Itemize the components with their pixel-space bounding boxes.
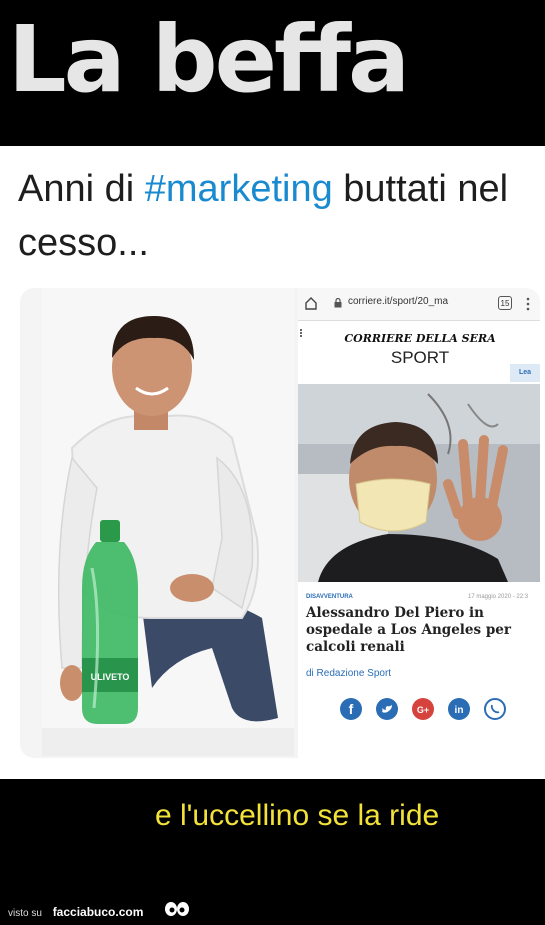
photo-hospital-selfie [298, 384, 540, 582]
newspaper-masthead: CORRIERE DELLA SERA [344, 332, 496, 345]
twitter-icon [376, 698, 398, 720]
tweet-panel: Anni di #marketing buttati nel cesso... [0, 146, 545, 779]
media-card[interactable]: ULIVETO corriere.it/sport/20_ma 15 CORRI… [20, 288, 540, 758]
browser-url-bar: corriere.it/sport/20_ma 15 [298, 288, 540, 321]
section-label: SPORT [390, 348, 450, 367]
meme-caption: e l'uccellino se la ride [155, 799, 440, 832]
footer-prefix: visto su [8, 908, 42, 919]
bottom-band: e l'uccellino se la ride visto su faccia… [0, 779, 545, 925]
footer-brand: facciabuco.com [52, 905, 144, 919]
tweet-text-before: Anni di [18, 168, 145, 210]
eyes-logo-icon [165, 902, 189, 916]
photo-del-piero-water-bottle: ULIVETO [42, 288, 294, 756]
more-menu-icon [526, 297, 530, 311]
tweet-text: Anni di #marketing buttati nel cesso... [18, 162, 528, 270]
svg-text:f: f [349, 701, 354, 717]
hamburger-icon [300, 329, 302, 337]
linkedin-icon: in [448, 698, 470, 720]
whatsapp-icon [484, 698, 506, 720]
google-plus-icon: G+ [412, 698, 434, 720]
tabs-count-icon: 15 [498, 296, 512, 310]
svg-text:G+: G+ [417, 705, 429, 715]
article-date: 17 maggio 2020 - 22:3 [468, 594, 529, 600]
home-icon [305, 297, 317, 310]
facebook-icon: f [340, 698, 362, 720]
article-kicker: DISAVVENTURA [306, 594, 353, 600]
article-byline: di Redazione Sport [306, 668, 392, 679]
url-text: corriere.it/sport/20_ma [348, 296, 449, 307]
watermark-footer: visto su facciabuco.com [8, 905, 143, 919]
svg-text:in: in [455, 705, 464, 716]
article-screenshot: corriere.it/sport/20_ma 15 CORRIERE DELL… [298, 288, 540, 758]
hashtag-link[interactable]: #marketing [145, 168, 333, 210]
section-badge: Lea [510, 364, 540, 382]
article-headline: Alessandro Del Piero in ospedale a Los A… [306, 605, 511, 655]
meme-title: La beffa [8, 6, 410, 113]
photo-left-illustration: ULIVETO [42, 288, 294, 756]
lock-icon [334, 298, 342, 308]
title-band: La beffa [0, 0, 545, 146]
share-icons-row: f G+ in [340, 698, 520, 722]
